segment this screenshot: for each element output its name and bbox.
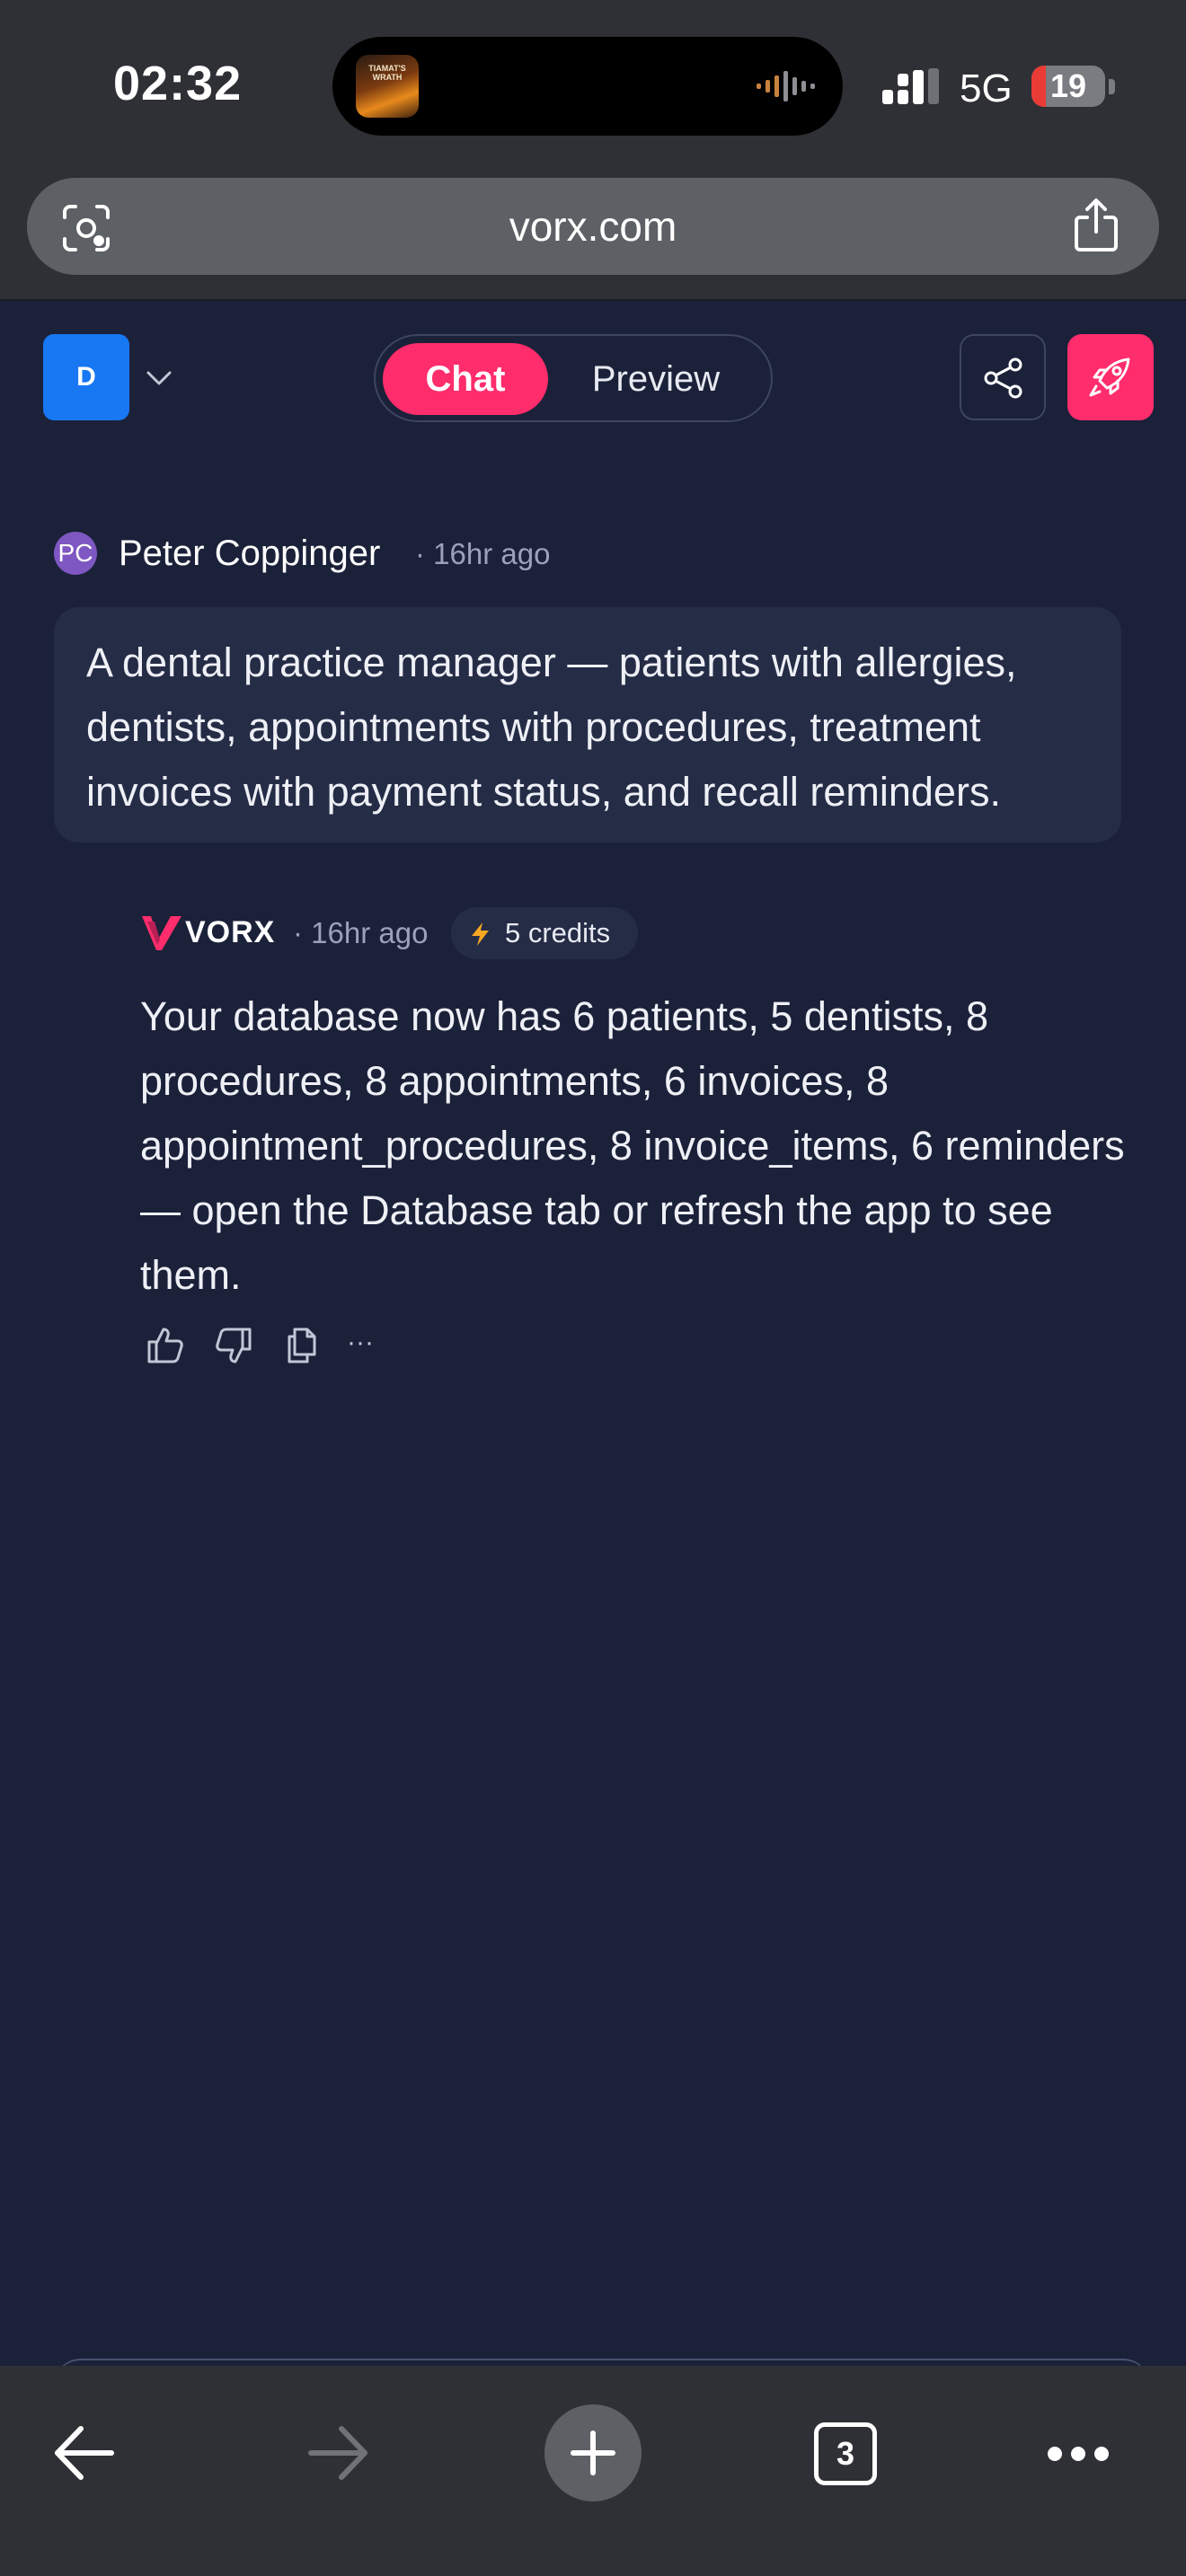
tab-chat[interactable]: Chat xyxy=(383,343,548,415)
status-time: 02:32 xyxy=(113,57,243,110)
forward-arrow-icon[interactable] xyxy=(305,2422,372,2484)
thumbs-down-button[interactable] xyxy=(212,1324,255,1367)
user-avatar: PC xyxy=(54,532,97,575)
vorx-logo-icon xyxy=(142,916,181,950)
rocket-icon xyxy=(1089,357,1130,397)
thumbs-up-icon xyxy=(147,1328,183,1363)
now-playing-artwork: TIAMAT'S WRATH xyxy=(356,55,419,118)
thumbs-up-button[interactable] xyxy=(144,1324,187,1367)
share-nodes-icon xyxy=(984,357,1022,399)
network-label: 5G xyxy=(960,66,1013,110)
deploy-button[interactable] xyxy=(1067,334,1154,420)
tabs-count-button[interactable]: 3 xyxy=(814,2422,877,2485)
user-name: Peter Coppinger xyxy=(119,534,381,573)
workspace-avatar-button[interactable]: D xyxy=(43,334,129,420)
assistant-message-time: · 16hr ago xyxy=(293,916,429,949)
tab-preview[interactable]: Preview xyxy=(555,343,757,415)
more-options-button[interactable]: ··· xyxy=(347,1324,374,1362)
ellipsis-icon[interactable] xyxy=(1046,2441,1111,2466)
copy-button[interactable] xyxy=(280,1324,323,1367)
view-toggle: Chat Preview xyxy=(374,334,773,422)
browser-bottom-toolbar: 3 xyxy=(0,2366,1186,2576)
new-tab-button[interactable] xyxy=(544,2404,642,2501)
credits-badge: 5 credits xyxy=(451,907,638,959)
address-bar[interactable]: vorx.com xyxy=(27,178,1159,275)
browser-top-chrome: 02:32 TIAMAT'S WRATH 5G 19 vorx.com xyxy=(0,0,1186,301)
share-icon[interactable] xyxy=(1071,198,1121,253)
battery-indicator: 19 xyxy=(1031,66,1105,107)
chevron-down-icon[interactable] xyxy=(144,363,174,393)
plus-icon xyxy=(571,2430,615,2475)
artwork-title: TIAMAT'S WRATH xyxy=(368,64,406,82)
lightning-icon xyxy=(472,922,489,946)
vorx-brand: VORX xyxy=(185,915,276,949)
user-message-bubble: A dental practice manager — patients wit… xyxy=(54,607,1121,842)
page: 02:32 TIAMAT'S WRATH 5G 19 vorx.com D Ch… xyxy=(0,0,1186,2576)
user-message-time: · 16hr ago xyxy=(415,537,551,570)
back-arrow-icon[interactable] xyxy=(50,2422,117,2484)
assistant-message-text: Your database now has 6 patients, 5 dent… xyxy=(140,993,1125,1298)
url-text: vorx.com xyxy=(509,203,677,250)
thumbs-down-icon xyxy=(216,1328,252,1363)
share-button[interactable] xyxy=(960,334,1046,420)
cellular-signal-icon xyxy=(882,68,939,104)
credits-text: 5 credits xyxy=(505,917,611,948)
dynamic-island[interactable]: TIAMAT'S WRATH xyxy=(332,37,843,136)
audio-waveform-icon xyxy=(757,71,815,101)
battery-percent: 19 xyxy=(1049,67,1087,104)
battery-tip xyxy=(1109,79,1115,94)
copy-icon xyxy=(288,1328,316,1363)
